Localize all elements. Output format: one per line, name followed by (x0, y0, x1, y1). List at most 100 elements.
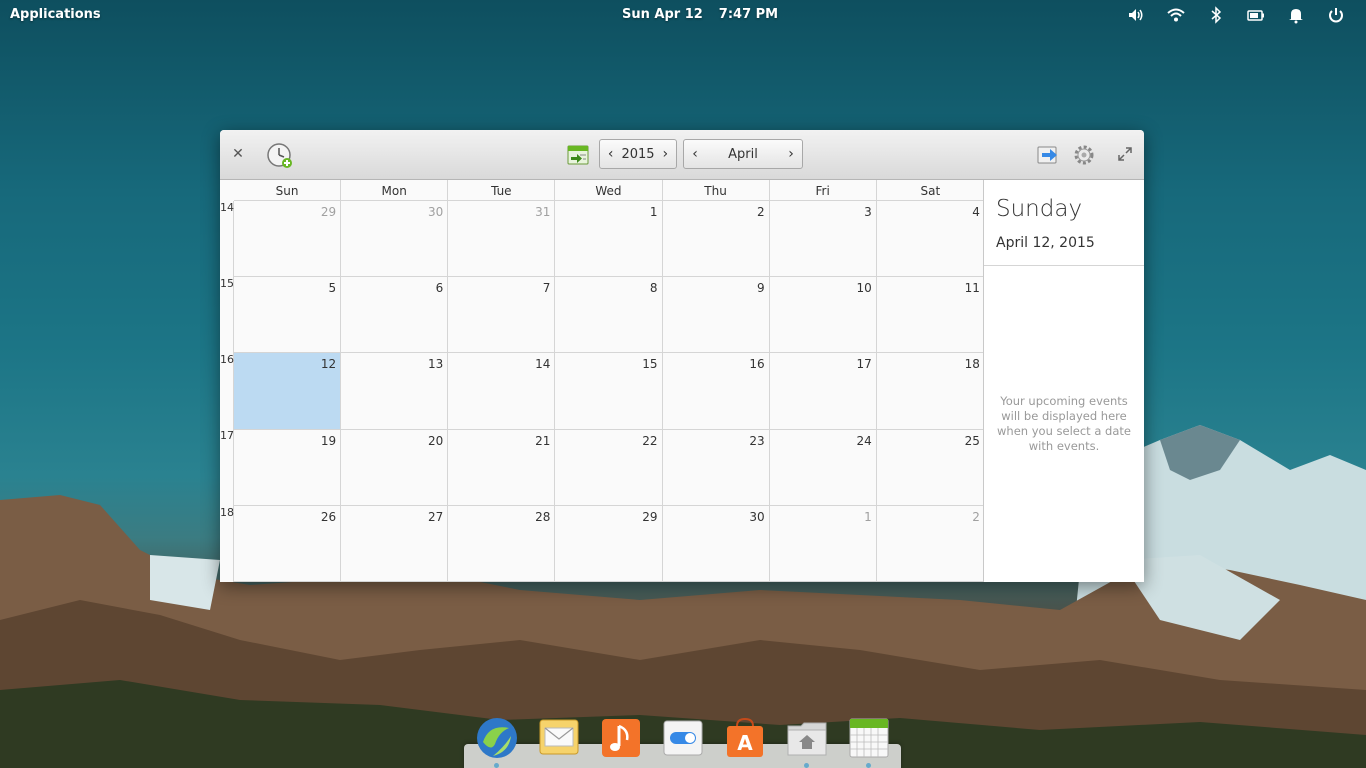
day-cell[interactable]: 30 (663, 505, 770, 581)
day-cell[interactable]: 23 (663, 429, 770, 505)
day-number: 5 (328, 281, 337, 296)
day-cell[interactable]: 11 (877, 277, 984, 352)
day-cell[interactable]: 24 (770, 429, 877, 505)
day-cell[interactable]: 15 (555, 353, 663, 429)
day-cell[interactable]: 17 (770, 353, 877, 429)
day-cell[interactable]: 22 (555, 429, 663, 505)
weekday-label: Sat (920, 184, 941, 198)
day-cell[interactable]: 1 (770, 505, 877, 581)
day-cell[interactable]: 6 (341, 277, 449, 353)
week-row: 5 6 7 8 9 10 11 (234, 277, 984, 354)
volume-icon[interactable] (1116, 5, 1156, 25)
panel-date: Sun Apr 12 (622, 7, 703, 22)
day-cell[interactable]: 26 (234, 505, 342, 581)
day-cell-selected[interactable]: 12 (234, 353, 342, 429)
week-number: 15 (220, 277, 234, 290)
go-today-icon[interactable] (566, 143, 590, 167)
day-cell[interactable]: 31 (448, 201, 556, 277)
day-number: 3 (864, 205, 872, 219)
day-cell[interactable]: 2 (663, 201, 770, 277)
week-number-column: 14 15 16 17 18 (220, 201, 234, 582)
day-cell[interactable]: 27 (341, 505, 449, 581)
prev-month-chevron-icon[interactable]: ‹ (684, 146, 706, 162)
day-cell[interactable]: 25 (877, 430, 984, 505)
notifications-icon[interactable] (1276, 5, 1316, 25)
headerbar: ✕ ‹ 2015 › ‹ April › (220, 130, 1144, 180)
battery-icon[interactable] (1236, 5, 1276, 25)
day-cell[interactable]: 2 (877, 506, 984, 581)
next-month-chevron-icon[interactable]: › (780, 146, 802, 162)
datetime-indicator[interactable]: Sun Apr 12 7:47 PM (622, 7, 794, 22)
weekday-label: Thu (663, 180, 770, 200)
day-cell[interactable]: 7 (448, 277, 556, 353)
add-event-icon[interactable] (266, 142, 294, 170)
day-number: 2 (756, 205, 765, 219)
day-number: 31 (535, 205, 551, 219)
day-cell[interactable]: 9 (663, 277, 770, 353)
top-panel: Applications Sun Apr 12 7:47 PM (0, 0, 1366, 28)
power-icon[interactable] (1316, 5, 1356, 25)
day-number: 30 (427, 205, 444, 219)
gear-icon[interactable] (1072, 143, 1096, 167)
day-number: 15 (642, 357, 658, 372)
day-cell[interactable]: 10 (770, 277, 877, 353)
day-number: 1 (649, 205, 658, 219)
day-cell[interactable]: 5 (234, 277, 342, 353)
day-cell[interactable]: 16 (663, 353, 770, 429)
prev-year-chevron-icon[interactable]: ‹ (600, 146, 621, 162)
bluetooth-icon[interactable] (1196, 5, 1236, 25)
day-number: 10 (856, 281, 872, 296)
week-row: 26 27 28 29 30 1 2 (234, 505, 984, 582)
day-cell[interactable]: 29 (555, 505, 663, 581)
panel-time: 7:47 PM (718, 7, 779, 22)
settings-icon[interactable] (661, 716, 705, 760)
day-number: 21 (535, 433, 551, 448)
day-number: 20 (427, 433, 444, 448)
day-number: 8 (649, 281, 658, 296)
day-number: 12 (320, 357, 337, 372)
day-number: 30 (749, 509, 765, 524)
day-number: 11 (964, 281, 980, 296)
day-cell[interactable]: 29 (234, 201, 342, 277)
day-cell[interactable]: 28 (448, 505, 556, 581)
close-icon[interactable]: ✕ (230, 146, 246, 162)
day-cell[interactable]: 20 (341, 429, 449, 505)
files-icon[interactable] (785, 716, 829, 760)
day-cell[interactable]: 3 (770, 201, 877, 277)
day-cell[interactable]: 21 (448, 429, 556, 505)
day-number: 29 (320, 205, 337, 219)
indicator-area (1116, 5, 1356, 25)
weekday-label: Tue (448, 180, 556, 200)
day-number: 17 (856, 357, 872, 372)
day-number: 2 (972, 509, 980, 524)
selected-day-name: Sunday (996, 196, 1083, 222)
day-number: 25 (964, 433, 980, 448)
music-icon[interactable] (599, 716, 643, 760)
export-icon[interactable] (1036, 143, 1060, 167)
day-number: 4 (972, 205, 980, 219)
mail-icon[interactable] (537, 716, 581, 760)
day-number: 24 (856, 433, 872, 448)
day-number: 16 (749, 357, 765, 372)
day-number: 7 (542, 281, 551, 296)
browser-icon[interactable] (475, 716, 519, 760)
next-year-chevron-icon[interactable]: › (655, 146, 676, 162)
day-cell[interactable]: 30 (341, 201, 449, 277)
appcenter-icon[interactable]: A (723, 716, 767, 760)
wifi-icon[interactable] (1156, 5, 1196, 25)
calendar-icon[interactable] (847, 716, 891, 760)
day-cell[interactable]: 18 (877, 353, 984, 428)
day-cell[interactable]: 19 (234, 429, 342, 505)
week-number: 18 (220, 506, 234, 519)
maximize-icon[interactable] (1117, 146, 1133, 162)
day-cell[interactable]: 8 (555, 277, 663, 353)
applications-menu[interactable]: Applications (10, 7, 101, 22)
day-cell[interactable]: 13 (341, 353, 449, 429)
weeks-container: 29 30 31 1 2 3 4 5 6 7 8 9 10 11 12 13 14 15 16 17 18 19 20 21 2… (234, 201, 984, 582)
day-number: 28 (535, 509, 551, 524)
day-cell[interactable]: 14 (448, 353, 556, 429)
day-cell[interactable]: 1 (555, 201, 663, 277)
day-cell[interactable]: 4 (877, 201, 984, 276)
running-indicator (494, 763, 499, 768)
calendar-window: ✕ ‹ 2015 › ‹ April › Sun Mon Tue Wed Thu… (220, 130, 1144, 582)
